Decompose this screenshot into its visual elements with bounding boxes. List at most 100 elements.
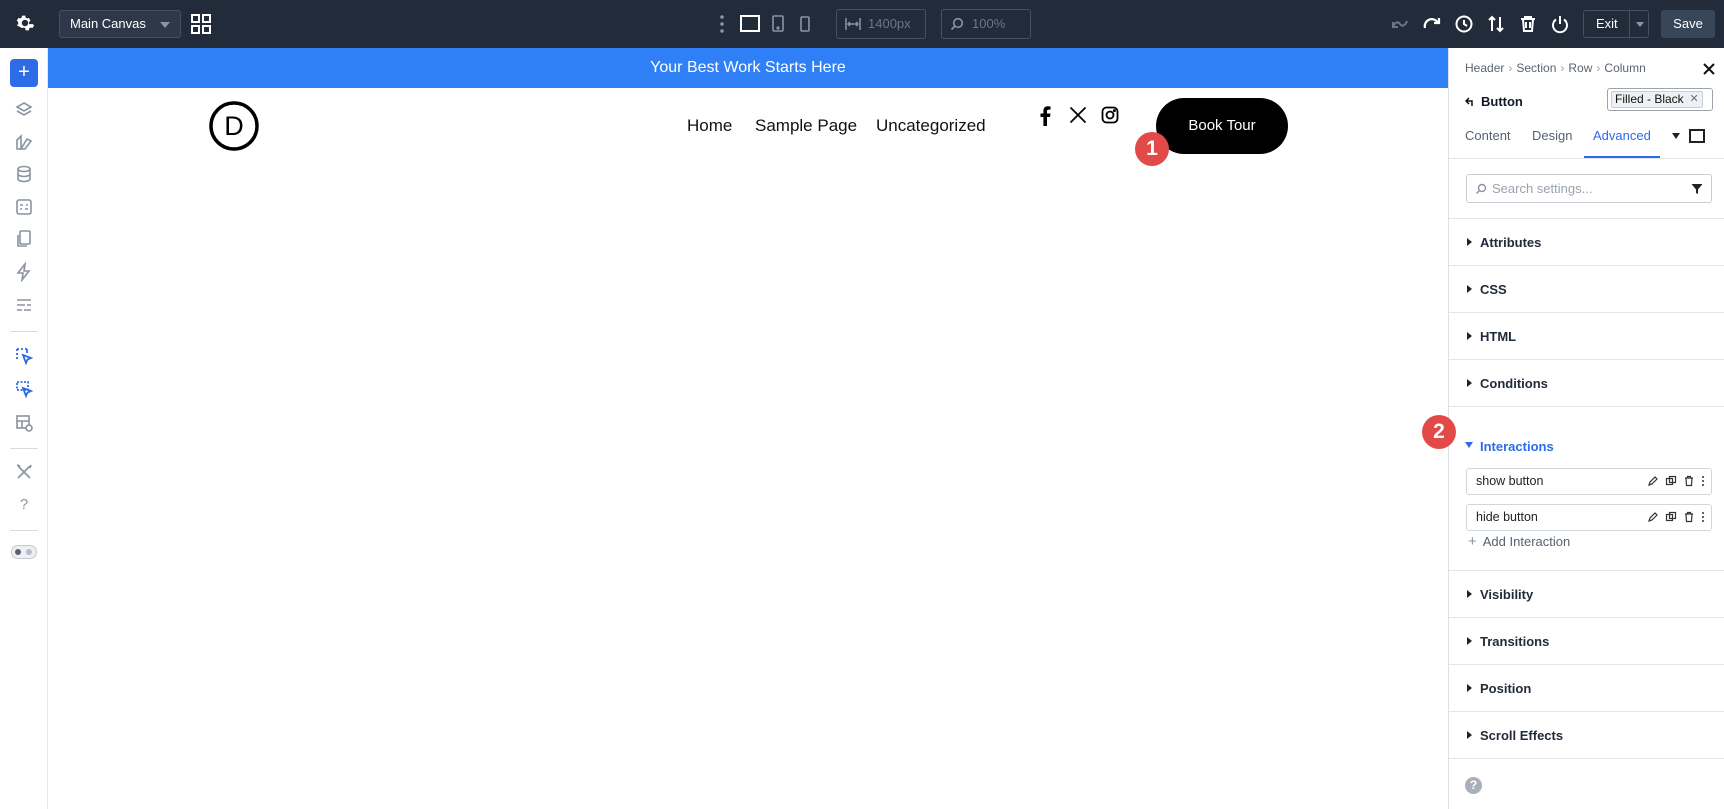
canvas-width-field[interactable]: 1400px [836, 9, 926, 39]
redo-icon[interactable] [1421, 13, 1443, 35]
more-options-icon[interactable] [719, 14, 725, 34]
remove-preset-icon[interactable]: ✕ [1689, 92, 1698, 107]
list-settings-icon[interactable] [14, 295, 34, 315]
phone-view-icon[interactable] [799, 14, 811, 34]
builder-canvas[interactable]: Your Best Work Starts Here D Home Sample… [48, 48, 1448, 809]
section-html[interactable]: HTML [1449, 313, 1724, 360]
interaction-target-icon[interactable] [14, 379, 34, 399]
preset-selector[interactable]: Filled - Black ✕ [1607, 88, 1713, 111]
delete-icon[interactable] [1683, 511, 1695, 523]
duplicate-icon[interactable] [1665, 475, 1677, 487]
close-icon[interactable] [1703, 63, 1715, 75]
chevron-right-icon: › [1596, 61, 1601, 75]
help-question-icon[interactable]: ? [14, 495, 34, 515]
section-interactions[interactable]: Interactions [1449, 432, 1724, 462]
breadcrumb-item[interactable]: Section [1516, 61, 1556, 75]
panel-divider [1449, 158, 1724, 159]
section-attributes[interactable]: Attributes [1449, 219, 1724, 266]
caret-down-icon [1465, 442, 1473, 448]
rail-divider [10, 331, 38, 332]
facebook-icon[interactable] [1039, 106, 1051, 126]
more-options-icon[interactable] [1701, 511, 1705, 523]
interaction-name: hide button [1476, 510, 1538, 524]
tab-dropdown-chevron-icon[interactable] [1672, 133, 1680, 139]
undo-icon[interactable] [1389, 13, 1411, 35]
x-twitter-icon[interactable] [1069, 106, 1087, 124]
form-fields-icon[interactable] [14, 197, 34, 217]
zoom-field[interactable]: 100% [941, 9, 1031, 39]
exit-dropdown-chevron-icon[interactable] [1636, 22, 1644, 27]
module-name: Button [1481, 94, 1523, 109]
interaction-actions [1647, 511, 1705, 523]
interaction-item[interactable]: show button [1466, 468, 1712, 495]
section-visibility[interactable]: Visibility [1449, 571, 1724, 618]
canvas-width-value: 1400px [868, 16, 911, 31]
caret-right-icon [1467, 590, 1472, 598]
trash-icon[interactable] [1517, 13, 1539, 35]
history-clock-icon[interactable] [1453, 13, 1475, 35]
book-tour-button[interactable]: Book Tour [1156, 98, 1288, 154]
section-transitions[interactable]: Transitions [1449, 618, 1724, 665]
settings-gear-icon[interactable] [14, 12, 36, 34]
interaction-item[interactable]: hide button [1466, 504, 1712, 531]
duplicate-icon[interactable] [1665, 511, 1677, 523]
nav-link-uncategorized[interactable]: Uncategorized [876, 116, 986, 136]
step-marker-1: 1 [1135, 132, 1169, 166]
tab-content[interactable]: Content [1465, 128, 1511, 158]
delete-icon[interactable] [1683, 475, 1695, 487]
back-arrow-icon[interactable] [1465, 97, 1475, 107]
edit-pencil-icon[interactable] [1647, 475, 1659, 487]
add-module-button[interactable]: + [10, 59, 38, 87]
help-icon[interactable]: ? [1465, 777, 1482, 794]
pages-icon[interactable] [14, 229, 34, 249]
section-scroll-effects[interactable]: Scroll Effects [1449, 712, 1724, 759]
settings-search-input[interactable]: Search settings... [1466, 174, 1712, 203]
edit-pencil-icon[interactable] [1647, 511, 1659, 523]
click-select-icon[interactable] [14, 346, 34, 366]
section-position[interactable]: Position [1449, 665, 1724, 712]
database-icon[interactable] [14, 164, 34, 184]
lightning-icon[interactable] [14, 262, 34, 282]
section-label: CSS [1480, 282, 1507, 297]
section-label: Scroll Effects [1480, 728, 1564, 743]
layout-grid-icon[interactable] [190, 13, 212, 35]
power-icon[interactable] [1549, 13, 1571, 35]
search-placeholder: Search settings... [1492, 181, 1593, 196]
save-button[interactable]: Save [1661, 10, 1715, 38]
settings-panel: Header › Section › Row › Column Button Filled … [1448, 48, 1724, 809]
caret-right-icon [1467, 637, 1472, 645]
layers-icon[interactable] [14, 100, 34, 120]
nav-link-sample-page[interactable]: Sample Page [755, 116, 857, 136]
instagram-icon[interactable] [1101, 106, 1119, 124]
preset-chip: Filled - Black ✕ [1611, 91, 1703, 108]
top-banner: Your Best Work Starts Here [48, 48, 1448, 88]
breadcrumb-item[interactable]: Row [1568, 61, 1592, 75]
tablet-view-icon[interactable] [771, 14, 785, 34]
tab-advanced[interactable]: Advanced [1584, 128, 1660, 158]
sort-arrows-icon[interactable] [1485, 13, 1507, 35]
section-label: Attributes [1480, 235, 1542, 250]
dark-mode-toggle[interactable] [11, 545, 37, 559]
breadcrumb-item[interactable]: Header [1465, 61, 1504, 75]
caret-right-icon [1467, 731, 1472, 739]
tab-design[interactable]: Design [1532, 128, 1572, 158]
layout-preview-icon[interactable] [14, 413, 34, 433]
breadcrumb-item[interactable]: Column [1604, 61, 1645, 75]
filter-icon[interactable] [1691, 183, 1703, 195]
desktop-view-icon[interactable] [739, 14, 761, 34]
expand-panel-icon[interactable] [1689, 129, 1705, 143]
caret-right-icon [1467, 684, 1472, 692]
section-conditions[interactable]: Conditions [1449, 360, 1724, 407]
exit-button[interactable]: Exit [1583, 10, 1649, 38]
more-options-icon[interactable] [1701, 475, 1705, 487]
add-interaction-button[interactable]: + Add Interaction [1468, 533, 1570, 550]
section-css[interactable]: CSS [1449, 266, 1724, 313]
design-brush-icon[interactable] [14, 132, 34, 152]
canvas-selector-label: Main Canvas [70, 16, 146, 31]
nav-link-home[interactable]: Home [687, 116, 732, 136]
site-logo[interactable]: D [208, 100, 260, 152]
canvas-selector[interactable]: Main Canvas [59, 10, 181, 38]
tools-icon[interactable] [14, 462, 34, 482]
caret-right-icon [1467, 379, 1472, 387]
caret-right-icon [1467, 285, 1472, 293]
